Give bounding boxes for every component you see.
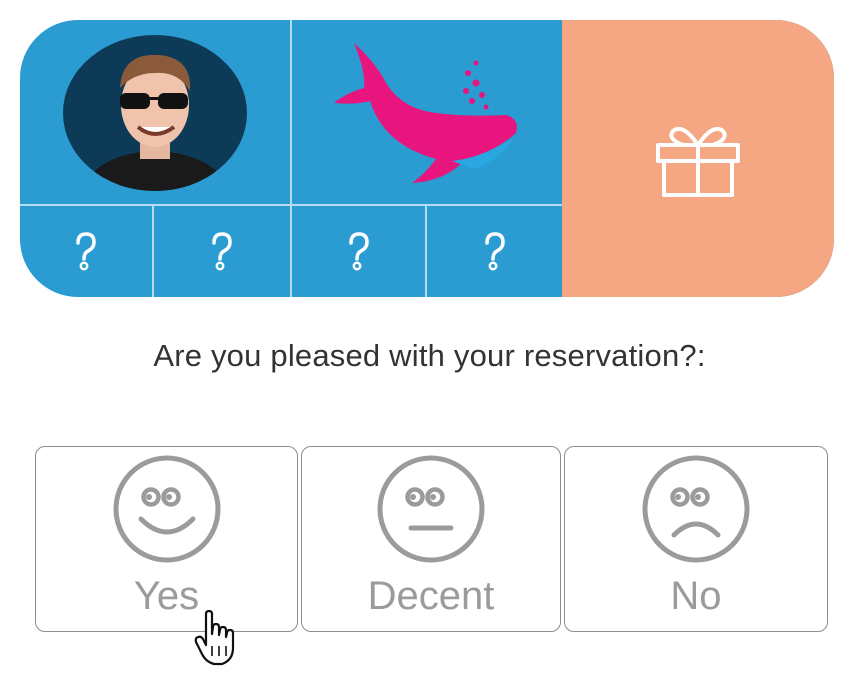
question-mark-icon: [484, 232, 505, 271]
mystery-slot[interactable]: [427, 205, 562, 297]
whale-logo-cell: [290, 20, 562, 205]
avatar-cell: [20, 20, 290, 205]
option-decent-button[interactable]: Decent: [301, 446, 561, 632]
question-mark-icon: [76, 232, 96, 271]
question-mark-icon: [348, 232, 369, 271]
smiley-happy-icon: [113, 455, 220, 563]
mystery-slot[interactable]: [292, 205, 425, 297]
question-mark-icon: [212, 232, 232, 271]
mystery-slot[interactable]: [20, 205, 152, 297]
option-label: Yes: [133, 574, 200, 618]
option-label: No: [670, 574, 722, 618]
gift-panel[interactable]: [562, 20, 834, 297]
reward-card: [20, 20, 834, 297]
option-no-button[interactable]: No: [564, 446, 828, 632]
option-label: Decent: [367, 574, 495, 618]
survey-question: Are you pleased with your reservation?:: [153, 338, 706, 373]
avatar: [63, 34, 247, 191]
smiley-neutral-icon: [377, 455, 485, 563]
smiley-sad-icon: [642, 455, 750, 563]
gift-icon: [656, 126, 740, 197]
mystery-slot[interactable]: [154, 205, 290, 297]
hand-pointer-icon: [194, 610, 235, 666]
option-yes-button[interactable]: Yes: [35, 446, 298, 632]
whale-logo-icon: [334, 42, 517, 183]
